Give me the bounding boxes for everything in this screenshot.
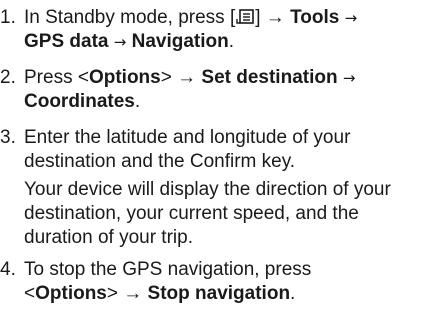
menu-key-icon bbox=[236, 9, 255, 25]
instruction-document: 1. In Standby mode, press [] → Tools → G… bbox=[0, 0, 422, 309]
note-line-3: duration of your trip. bbox=[24, 227, 193, 248]
step-4-line-1: To stop the GPS navigation, press bbox=[24, 259, 312, 280]
punctuation: . bbox=[134, 91, 141, 112]
step-1-text: In Standby mode, press [ ] → Tools → GPS … bbox=[24, 6, 422, 54]
step-3-text: Enter the latitude and longitude of your… bbox=[24, 126, 422, 174]
menu-path-coordinates: Coordinates bbox=[24, 91, 135, 112]
note-line-1: Your device will display the direction o… bbox=[24, 179, 391, 200]
step-2-line-2: Coordinates. bbox=[24, 90, 422, 114]
punctuation: . bbox=[228, 31, 235, 52]
step-1-line-2: GPS data → Navigation. bbox=[24, 30, 422, 54]
step-4-line-2: <Options> → Stop navigation. bbox=[24, 282, 422, 306]
menu-path-tools: Tools bbox=[290, 7, 340, 28]
arrow-icon: → bbox=[344, 9, 358, 27]
step-3-line-2: destination and the Confirm key. bbox=[24, 151, 296, 172]
softkey-options: Options bbox=[88, 67, 161, 88]
step-3-line-1: Enter the latitude and longitude of your bbox=[24, 127, 351, 148]
punctuation: . bbox=[290, 283, 296, 304]
step-2-line-1: Press <Options> → Set destination → bbox=[24, 66, 422, 90]
softkey-options: Options bbox=[35, 283, 107, 304]
step-4-text: To stop the GPS navigation, press <Optio… bbox=[24, 258, 422, 306]
step-3-note: Your device will display the direction o… bbox=[24, 178, 422, 250]
step-text: Press < bbox=[24, 67, 89, 88]
arrow-icon: → bbox=[113, 33, 127, 51]
menu-path-stop-navigation: Stop navigation bbox=[147, 283, 291, 304]
step-text: < bbox=[24, 283, 36, 304]
step-text: > → bbox=[160, 67, 197, 88]
step-2-text: Press <Options> → Set destination → Coor… bbox=[24, 66, 422, 114]
menu-path-set-destination: Set destination bbox=[201, 67, 338, 88]
step-text: ] → bbox=[255, 7, 285, 28]
step-1-line-1: In Standby mode, press [ ] → Tools → bbox=[24, 6, 422, 30]
step-text: > → bbox=[106, 283, 143, 304]
note-line-2: destination, your current speed, and the bbox=[24, 203, 359, 224]
menu-path-gps-data: GPS data bbox=[24, 31, 109, 52]
arrow-icon: → bbox=[342, 69, 356, 87]
menu-path-navigation: Navigation bbox=[131, 31, 229, 52]
step-text: In Standby mode, press [ bbox=[24, 7, 236, 28]
